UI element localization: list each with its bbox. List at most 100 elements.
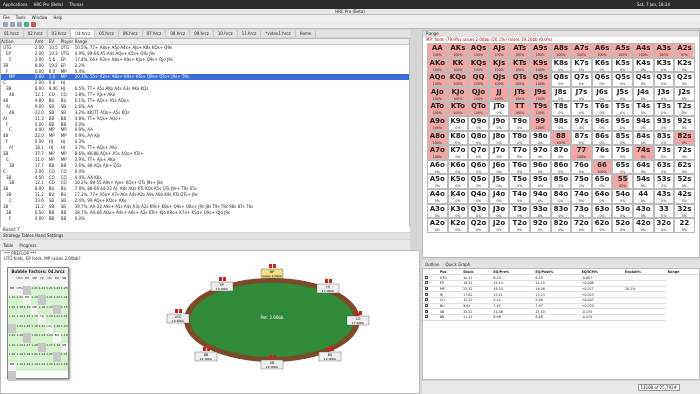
hand-cell[interactable]: 86s 0%	[591, 130, 613, 146]
hand-cell[interactable]: J7o 0%	[488, 145, 510, 160]
checkbox-icon[interactable]	[425, 281, 428, 285]
hand-cell[interactable]: 94o 0%	[529, 188, 551, 204]
hand-cell[interactable]: Q4s 0%	[632, 72, 654, 87]
hand-cell[interactable]: AKs 100%	[447, 43, 469, 58]
file-tab[interactable]: 10.hrcz	[214, 30, 238, 37]
hand-cell[interactable]: J8o 0%	[488, 130, 510, 146]
applications-menu[interactable]: Applications	[0, 2, 30, 7]
hand-cell[interactable]: T7s 0%	[571, 101, 592, 116]
hand-cell[interactable]: 43o 0%	[632, 203, 654, 219]
hand-cell[interactable]: A4o 0%	[427, 188, 448, 204]
hand-cell[interactable]: 77 100%	[571, 145, 592, 160]
hand-cell[interactable]: K6s 0%	[591, 57, 613, 73]
hand-cell[interactable]: Q8o 0%	[468, 130, 489, 146]
stats-row[interactable]: BB 11.42 8.98 8.48 -0.470	[423, 314, 699, 321]
hand-cell[interactable]: Q3o 0%	[468, 203, 489, 219]
hand-cell[interactable]: Q2o 0%	[468, 218, 489, 233]
hand-cell[interactable]: JTo 0%	[488, 101, 510, 116]
checkbox-icon[interactable]	[425, 286, 428, 290]
hand-cell[interactable]: T5o 0%	[509, 174, 530, 189]
hand-cell[interactable]: TT 100%	[509, 101, 530, 116]
hand-cell[interactable]: 62o 0%	[591, 218, 613, 233]
hand-cell[interactable]: KQs 100%	[468, 57, 489, 73]
hand-cell[interactable]: K6o 0%	[447, 159, 469, 175]
hand-cell[interactable]: A2s 97%	[674, 43, 695, 58]
header-action[interactable]: Action	[1, 39, 35, 44]
hand-cell[interactable]: K3o 0%	[447, 203, 469, 219]
hand-cell[interactable]: 95o 0%	[529, 174, 551, 189]
hand-cell[interactable]: T2s 0%	[674, 101, 695, 116]
stats-header[interactable]: Range	[665, 269, 699, 276]
hand-cell[interactable]: ATs 100%	[509, 43, 530, 58]
hand-cell[interactable]: 87o 0%	[550, 145, 572, 160]
hand-cell[interactable]: Q4o 0%	[468, 188, 489, 204]
file-tab[interactable]: 03.hrcz	[48, 30, 72, 37]
hand-cell[interactable]: A7s 100%	[571, 43, 592, 58]
hand-cell[interactable]: A9o 100%	[427, 115, 448, 131]
hand-cell[interactable]: 43s 0%	[653, 188, 675, 204]
hand-cell[interactable]: 92o 0%	[529, 218, 551, 233]
seat-utg[interactable]: UTG10.50bb	[166, 309, 190, 324]
hand-cell[interactable]: 63s 0%	[653, 159, 675, 175]
hand-cell[interactable]: 75o 0%	[571, 174, 592, 189]
header-ev[interactable]: EV	[49, 39, 61, 44]
file-tab[interactable]: 06.hrcz	[119, 30, 143, 37]
hand-cell[interactable]: 98s 0%	[550, 115, 572, 131]
hand-cell[interactable]: KTs 100%	[509, 57, 530, 73]
file-tab[interactable]: 02.hrcz	[24, 30, 48, 37]
hand-cell[interactable]: 55 82%	[612, 174, 633, 189]
play-icon[interactable]	[24, 22, 29, 27]
hand-cell[interactable]: 64o 0%	[591, 188, 613, 204]
hand-cell[interactable]: 33 0%	[653, 203, 675, 219]
hand-cell[interactable]: A6s 100%	[591, 43, 613, 58]
file-tab[interactable]: 08.hrcz	[166, 30, 191, 37]
hand-cell[interactable]: J6s 0%	[591, 86, 613, 102]
hand-cell[interactable]: 96o 0%	[529, 159, 551, 175]
hand-cell[interactable]: 22 0%	[674, 218, 695, 233]
hand-cell[interactable]: KJo 100%	[447, 86, 469, 102]
hand-cell[interactable]: K4o 0%	[447, 188, 469, 204]
hand-cell[interactable]: 92s 0%	[674, 115, 695, 131]
hand-cell[interactable]: T5s 0%	[612, 101, 633, 116]
seat-hj[interactable]: HJ17.00bb	[316, 279, 340, 294]
hand-cell[interactable]: 74o 0%	[571, 188, 592, 204]
file-tab[interactable]: Home	[296, 30, 317, 37]
hand-cell[interactable]: Q7o 0%	[468, 145, 489, 160]
hand-cell[interactable]: 97s 0%	[571, 115, 592, 131]
hand-cell[interactable]: T7o 0%	[509, 145, 530, 160]
hand-cell[interactable]: J4s 0%	[632, 86, 654, 102]
hand-cell[interactable]: A9s 100%	[529, 43, 551, 58]
hand-cell[interactable]: A6o 0%	[427, 159, 448, 175]
hand-cell[interactable]: T8s 0%	[550, 101, 572, 116]
hand-cell[interactable]: 93s 0%	[653, 115, 675, 131]
hand-cell[interactable]: 73o 0%	[571, 203, 592, 219]
tab-progress[interactable]: Progress	[19, 243, 36, 248]
hand-cell[interactable]: J7s 0%	[571, 86, 592, 102]
hand-cell[interactable]: 95s 0%	[612, 115, 633, 131]
hand-cell[interactable]: K7s 0%	[571, 57, 592, 73]
hand-cell[interactable]: KK 100%	[447, 57, 469, 73]
file-tab[interactable]: 11.hrcz	[238, 30, 262, 37]
header-player[interactable]: Player	[61, 39, 75, 44]
hand-cell[interactable]: T6o 0%	[509, 159, 530, 175]
hand-cell[interactable]: K9s 100%	[529, 57, 551, 73]
hand-cell[interactable]: QTo 100%	[468, 101, 489, 116]
hand-cell[interactable]: K9o 0%	[447, 115, 469, 131]
tab-table[interactable]: Table	[3, 243, 13, 248]
hand-cell[interactable]: AQo 100%	[427, 72, 448, 87]
hand-cell[interactable]: 85o 0%	[550, 174, 572, 189]
hand-cell[interactable]: J6o 0%	[488, 159, 510, 175]
hand-cell[interactable]: QQ 100%	[468, 72, 489, 87]
hand-cell[interactable]: A5s 100%	[612, 43, 633, 58]
hand-cell[interactable]: 83o 0%	[550, 203, 572, 219]
hand-cell[interactable]: AA 100%	[427, 43, 448, 58]
stop-icon[interactable]	[31, 22, 36, 27]
header-amt[interactable]: Amt	[35, 39, 49, 44]
hand-cell[interactable]: Q9o 0%	[468, 115, 489, 131]
hand-cell[interactable]: J8s 0%	[550, 86, 572, 102]
hand-cell[interactable]: QTs 100%	[509, 72, 530, 87]
hand-cell[interactable]: T3o 0%	[509, 203, 530, 219]
hand-cell[interactable]: 75s 0%	[612, 145, 633, 160]
hand-cell[interactable]: A3s 100%	[653, 43, 675, 58]
hand-cell[interactable]: Q5o 0%	[468, 174, 489, 189]
